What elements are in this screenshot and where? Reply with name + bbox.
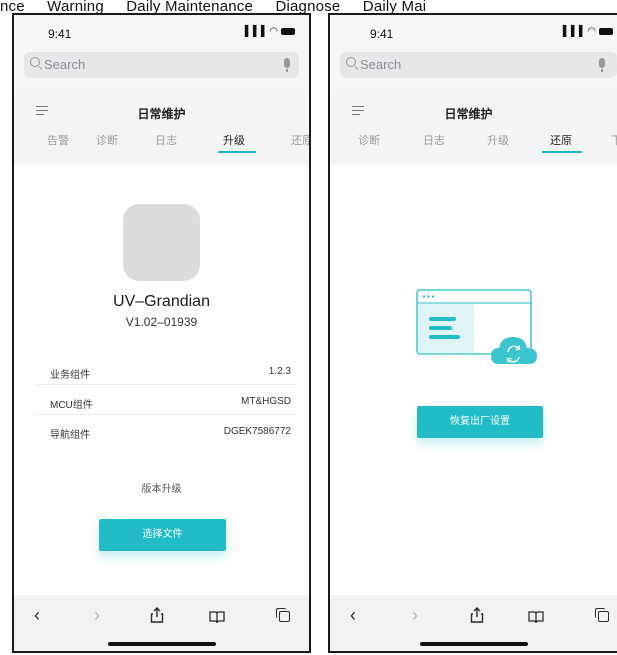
- active-tab-indicator: [218, 151, 256, 153]
- nav-header: 日常维护: [14, 101, 309, 123]
- tab-bar: 诊断 日志 升级 还原 下: [330, 127, 617, 155]
- status-icons: ▐▐▐ ◠: [559, 26, 613, 37]
- active-tab-indicator: [542, 151, 582, 153]
- tab-log[interactable]: 日志: [423, 132, 445, 148]
- list-item: 业务组件 1.2.3: [36, 355, 297, 385]
- app-version: V1.02–01939: [125, 315, 198, 329]
- signal-wifi-icon: ▐▐▐ ◠: [559, 26, 597, 37]
- page-title: 日常维护: [137, 107, 186, 121]
- nav-area: 日常维护 告警 诊断 日志 升级 还原: [14, 95, 309, 165]
- page-title: 日常维护: [444, 107, 493, 121]
- tab-log[interactable]: 日志: [155, 132, 177, 148]
- search-icon: [346, 57, 356, 67]
- signal-wifi-icon: ▐▐▐ ◠: [241, 26, 279, 37]
- home-indicator: [107, 642, 216, 646]
- nav-area: 日常维护 诊断 日志 升级 还原 下: [330, 95, 617, 165]
- search-input[interactable]: Search: [24, 52, 299, 78]
- component-value: DGEK7586772: [223, 426, 291, 437]
- mic-icon[interactable]: [599, 58, 605, 72]
- component-value: MT&HGSD: [241, 396, 291, 407]
- tab-warning[interactable]: 告警: [47, 132, 69, 148]
- tab-restore[interactable]: 还原: [291, 132, 309, 148]
- browser-toolbar: ‹ ›: [330, 595, 617, 651]
- tab-upgrade[interactable]: 升级: [487, 132, 509, 148]
- component-name: MCU组件: [50, 400, 93, 411]
- tab-restore[interactable]: 还原: [550, 132, 572, 148]
- status-icons: ▐▐▐ ◠: [241, 26, 295, 37]
- forward-icon[interactable]: ›: [412, 605, 418, 626]
- battery-icon: [281, 27, 295, 35]
- status-time: 9:41: [370, 27, 394, 41]
- search-placeholder: Search: [44, 57, 86, 72]
- upgrade-content: UV–Grandian V1.02–01939 业务组件 1.2.3 MCU组件…: [14, 165, 309, 595]
- status-time: 9:41: [48, 27, 72, 41]
- search-input[interactable]: Search: [340, 52, 617, 78]
- restore-illustration: [416, 289, 537, 364]
- tab-bar: 告警 诊断 日志 升级 还原: [14, 127, 309, 155]
- component-name: 导航组件: [50, 430, 90, 441]
- phone-restore-screen: 9:41 ▐▐▐ ◠ Search 日常维护 诊断 日志 升级 还原 下: [328, 13, 617, 653]
- list-item: 导航组件 DGEK7586772: [36, 415, 297, 444]
- tab-diagnose[interactable]: 诊断: [96, 132, 118, 148]
- app-icon: [123, 204, 200, 281]
- nav-header: 日常维护: [330, 101, 617, 123]
- app-name: UV–Grandian: [113, 293, 210, 310]
- component-value: 1.2.3: [268, 366, 291, 377]
- book-icon[interactable]: [209, 608, 225, 629]
- tabs-icon[interactable]: [595, 608, 609, 622]
- version-upgrade-label: 版本升级: [141, 484, 182, 495]
- list-item: MCU组件 MT&HGSD: [36, 385, 297, 415]
- component-name: 业务组件: [50, 370, 90, 381]
- forward-icon[interactable]: ›: [94, 605, 100, 626]
- tab-diagnose[interactable]: 诊断: [358, 132, 380, 148]
- tab-upgrade[interactable]: 升级: [223, 132, 245, 148]
- back-icon[interactable]: ‹: [350, 605, 356, 626]
- browser-toolbar: ‹ ›: [14, 595, 309, 651]
- share-icon[interactable]: [470, 607, 484, 628]
- search-icon: [30, 57, 40, 67]
- search-placeholder: Search: [360, 57, 402, 72]
- mic-icon[interactable]: [284, 58, 290, 72]
- tabs-icon[interactable]: [276, 608, 290, 622]
- home-indicator: [419, 642, 528, 646]
- book-icon[interactable]: [528, 608, 544, 629]
- factory-reset-button[interactable]: 恢复出厂设置: [417, 406, 543, 438]
- tab-next[interactable]: 下: [611, 132, 617, 148]
- battery-icon: [599, 27, 613, 35]
- status-bar: 9:41 ▐▐▐ ◠: [330, 15, 617, 49]
- component-list: 业务组件 1.2.3 MCU组件 MT&HGSD 导航组件 DGEK758677…: [36, 355, 297, 444]
- phone-upgrade-screen: 9:41 ▐▐▐ ◠ Search 日常维护 告警 诊断 日志 升级 还原 UV…: [12, 13, 311, 653]
- status-bar: 9:41 ▐▐▐ ◠: [14, 15, 309, 49]
- restore-content: 恢复出厂设置: [330, 165, 617, 595]
- back-icon[interactable]: ‹: [34, 605, 40, 626]
- share-icon[interactable]: [150, 607, 164, 628]
- select-file-button[interactable]: 选择文件: [99, 519, 226, 551]
